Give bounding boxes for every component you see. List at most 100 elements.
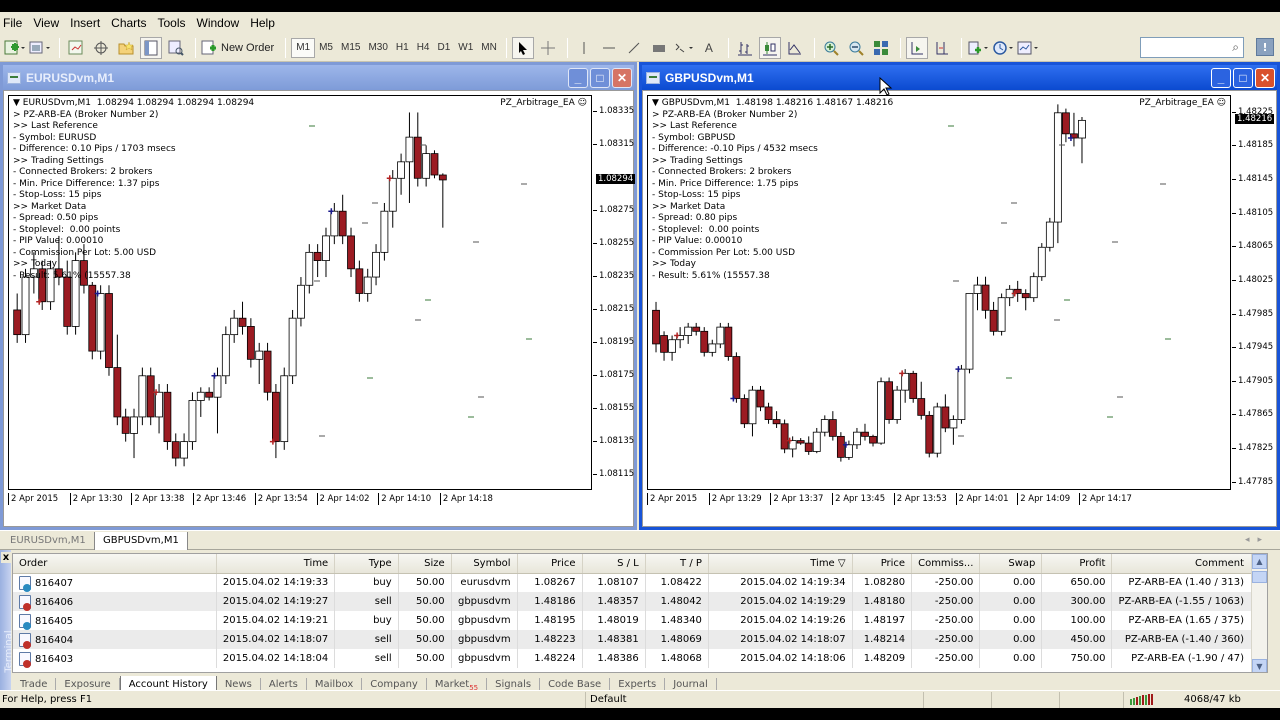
vertical-line-button[interactable] [573, 37, 595, 59]
col-close-time[interactable]: Time ▽ [708, 554, 853, 574]
timeframe-m5[interactable]: M5 [315, 38, 337, 58]
zoom-in-button[interactable] [820, 37, 842, 59]
crosshair-button[interactable] [537, 37, 559, 59]
col-sl[interactable]: S / L [582, 554, 646, 574]
new-chart-button[interactable] [4, 37, 26, 59]
horizontal-line-button[interactable] [598, 37, 620, 59]
bar-chart-button[interactable] [734, 37, 756, 59]
close-button[interactable]: ✕ [612, 68, 632, 88]
auto-scroll-button[interactable] [905, 36, 928, 59]
menu-file[interactable]: File [0, 16, 29, 30]
menu-help[interactable]: Help [246, 16, 282, 30]
col-type[interactable]: Type [334, 554, 399, 574]
tile-windows-button[interactable] [870, 37, 892, 59]
terminal-close-button[interactable]: x [1, 552, 11, 563]
strategy-tester-button[interactable] [165, 37, 187, 59]
col-swap[interactable]: Swap [979, 554, 1043, 574]
chart-tab-gbpusd[interactable]: GBPUSDvm,M1 [94, 532, 188, 551]
col-close-price[interactable]: Price [852, 554, 913, 574]
timeframe-m1[interactable]: M1 [291, 37, 316, 58]
chart-tabs-scroll[interactable]: ◂▸ [1245, 535, 1270, 545]
table-row[interactable]: 816405 2015.04.02 14:19:21 buy 50.00 gbpusdv… [13, 611, 1267, 630]
line-chart-button[interactable] [784, 37, 806, 59]
timeframe-m30[interactable]: M30 [364, 38, 391, 58]
trendline-button[interactable] [623, 37, 645, 59]
scrollbar-thumb[interactable] [1252, 571, 1267, 583]
candlestick-chart-button[interactable] [758, 36, 781, 59]
status-profile[interactable]: Default [586, 691, 924, 708]
chart-window-titlebar[interactable]: GBPUSDvm,M1 _ □ ✕ [642, 65, 1277, 90]
search-input[interactable]: ⌕ [1140, 37, 1244, 58]
vertical-scrollbar[interactable]: ▲ ▼ [1251, 554, 1267, 672]
status-empty-1 [924, 691, 992, 708]
search-icon[interactable]: ⌕ [1232, 40, 1239, 55]
connection-status[interactable] [1124, 692, 1180, 708]
table-row[interactable]: 816403 2015.04.02 14:18:04 sell 50.00 gbpusd… [13, 649, 1267, 668]
cursor-button[interactable] [511, 36, 534, 59]
terminal-button[interactable] [140, 36, 162, 59]
timeframe-d1[interactable]: D1 [434, 38, 455, 58]
col-profit[interactable]: Profit [1041, 554, 1113, 574]
maximize-button[interactable]: □ [1233, 68, 1253, 88]
scroll-right-icon[interactable]: ▸ [1257, 535, 1270, 545]
shapes-dropdown-button[interactable] [673, 37, 695, 59]
chart-window-eurusd[interactable]: EURUSDvm,M1 _ □ ✕ ▼ EURUSDvm,M1 1.08294 … [0, 62, 637, 530]
templates-button[interactable] [1017, 37, 1039, 59]
time-axis[interactable]: 2 Apr 2015 2 Apr 13:29 2 Apr 13:37 2 Apr 13… [647, 491, 1231, 507]
timeframe-m15[interactable]: M15 [337, 38, 364, 58]
timeframe-w1[interactable]: W1 [454, 38, 477, 58]
scroll-left-icon[interactable]: ◂ [1245, 535, 1258, 545]
equidistant-channel-button[interactable] [648, 37, 670, 59]
chart-shift-button[interactable] [931, 37, 953, 59]
table-row[interactable]: 816404 2015.04.02 14:18:07 sell 50.00 gbpusd… [13, 630, 1267, 649]
profiles-button[interactable] [29, 37, 51, 59]
navigator-button[interactable] [115, 37, 137, 59]
new-order-button[interactable]: New Order [201, 37, 277, 59]
minimize-button[interactable]: _ [1211, 68, 1231, 88]
table-row[interactable]: 816407 2015.04.02 14:19:33 buy 50.00 eurusdv… [13, 573, 1267, 592]
timeframe-h1[interactable]: H1 [392, 38, 413, 58]
menu-tools[interactable]: Tools [154, 16, 193, 30]
menu-charts[interactable]: Charts [107, 16, 153, 30]
col-open-time[interactable]: Time [216, 554, 336, 574]
table-row[interactable]: 816406 2015.04.02 14:19:27 sell 50.00 gbpusd… [13, 592, 1267, 611]
timeframe-h4[interactable]: H4 [413, 38, 434, 58]
help-balloon-button[interactable]: ! [1256, 38, 1274, 56]
price-axis[interactable]: 1.08335 1.08315 1.08275 1.08255 1.08235 1.082… [593, 95, 641, 490]
col-size[interactable]: Size [398, 554, 452, 574]
col-order[interactable]: Order [13, 554, 217, 574]
market-watch-button[interactable] [65, 37, 87, 59]
col-price[interactable]: Price [517, 554, 583, 574]
minimize-button[interactable]: _ [568, 68, 588, 88]
time-axis[interactable]: 2 Apr 2015 2 Apr 13:30 2 Apr 13:38 2 Apr 13… [8, 491, 592, 507]
menu-insert[interactable]: Insert [66, 16, 107, 30]
maximize-button[interactable]: □ [590, 68, 610, 88]
scroll-up-icon[interactable]: ▲ [1252, 554, 1267, 569]
col-commission[interactable]: Commiss... [911, 554, 981, 574]
close-button[interactable]: ✕ [1255, 68, 1275, 88]
chart-area[interactable]: ▼ EURUSDvm,M1 1.08294 1.08294 1.08294 1.… [3, 90, 636, 527]
text-label-button[interactable]: A [698, 37, 720, 59]
ea-info-panel: ▼ EURUSDvm,M1 1.08294 1.08294 1.08294 1.… [13, 98, 254, 282]
data-window-button[interactable] [90, 37, 112, 59]
periods-button[interactable] [992, 37, 1014, 59]
indicators-button[interactable] [967, 37, 989, 59]
menu-view[interactable]: View [29, 16, 66, 30]
cell-close-price: 1.08280 [852, 573, 913, 592]
price-axis[interactable]: 1.48225 1.48185 1.48145 1.48105 1.48065 1.480… [1232, 95, 1280, 490]
y-tick-label: 1.08155 [593, 403, 634, 413]
price-plot[interactable]: ▼ GBPUSDvm,M1 1.48198 1.48216 1.48167 1.… [647, 95, 1231, 490]
col-symbol[interactable]: Symbol [451, 554, 518, 574]
chart-area[interactable]: ▼ GBPUSDvm,M1 1.48198 1.48216 1.48167 1.… [642, 90, 1277, 527]
scroll-down-icon[interactable]: ▼ [1252, 659, 1267, 672]
menu-window[interactable]: Window [193, 16, 247, 30]
zoom-out-button[interactable] [845, 37, 867, 59]
chart-window-titlebar[interactable]: EURUSDvm,M1 _ □ ✕ [3, 65, 634, 90]
chart-tab-eurusd[interactable]: EURUSDvm,M1 [2, 532, 94, 551]
timeframe-mn[interactable]: MN [477, 38, 501, 58]
chart-window-gbpusd[interactable]: GBPUSDvm,M1 _ □ ✕ ▼ GBPUSDvm,M1 1.48198 … [639, 62, 1280, 530]
col-tp[interactable]: T / P [645, 554, 709, 574]
price-plot[interactable]: ▼ EURUSDvm,M1 1.08294 1.08294 1.08294 1.… [8, 95, 592, 490]
col-comment[interactable]: Comment [1111, 554, 1267, 574]
bear-candle-body [700, 330, 709, 353]
